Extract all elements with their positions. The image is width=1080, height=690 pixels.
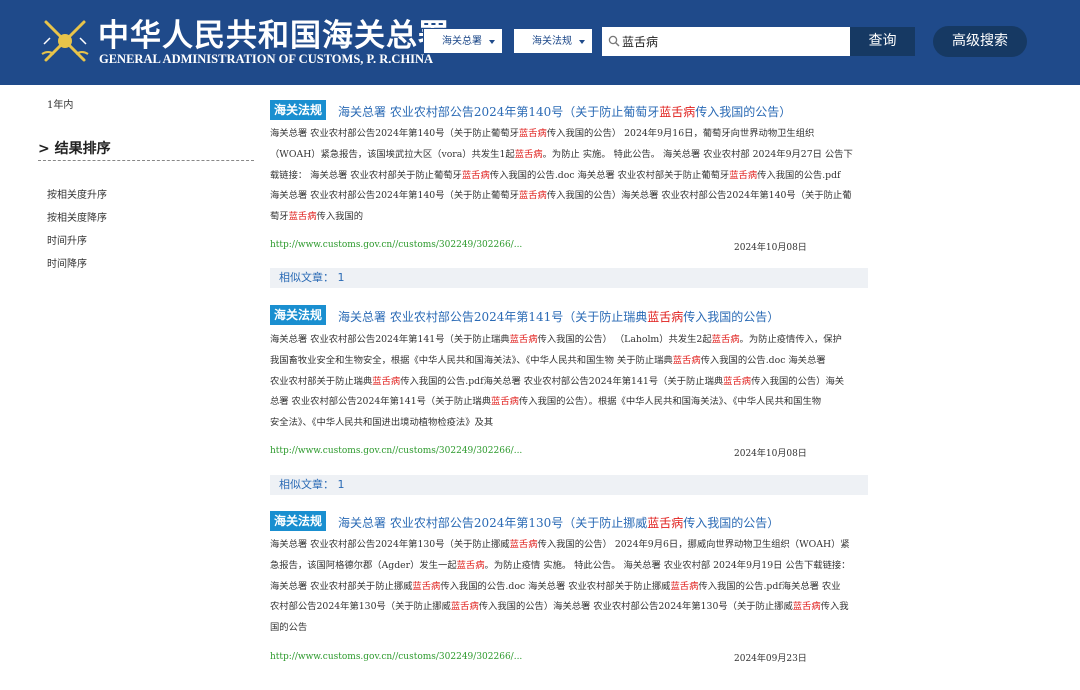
scope-select-value: 海关总署 xyxy=(442,36,482,47)
result-date: 2024年10月08日 xyxy=(734,243,807,253)
search-box xyxy=(602,27,850,56)
result-url[interactable]: http://www.customs.gov.cn//customs/30224… xyxy=(270,240,522,250)
search-input[interactable] xyxy=(622,27,844,56)
sort-heading: > 结果排序 xyxy=(38,138,254,161)
result-url[interactable]: http://www.customs.gov.cn//customs/30224… xyxy=(270,446,522,456)
category-tag: 海关法规 xyxy=(270,305,326,325)
site-header: 中华人民共和国海关总署 GENERAL ADMINISTRATION OF CU… xyxy=(0,0,1080,85)
advanced-search-button[interactable]: 高级搜索 xyxy=(933,26,1027,57)
chevron-down-icon xyxy=(489,40,495,44)
result-title-link[interactable]: 海关总署 农业农村部公告2024年第130号（关于防止挪威蓝舌病传入我国的公告） xyxy=(338,514,779,531)
result-date: 2024年10月08日 xyxy=(734,449,807,459)
category-tag: 海关法规 xyxy=(270,100,326,120)
similar-articles[interactable]: 相似文章： 1 xyxy=(270,475,868,495)
chevron-down-icon xyxy=(579,40,585,44)
customs-emblem-icon xyxy=(41,20,89,62)
result-title-link[interactable]: 海关总署 农业农村部公告2024年第140号（关于防止葡萄牙蓝舌病传入我国的公告… xyxy=(338,103,791,120)
sort-option-relevance-asc[interactable]: 按相关度升序 xyxy=(47,186,107,201)
search-icon xyxy=(608,35,620,47)
scope-select[interactable]: 海关总署 xyxy=(423,28,503,54)
query-button[interactable]: 查询 xyxy=(850,27,915,56)
result-title-link[interactable]: 海关总署 农业农村部公告2024年第141号（关于防止瑞典蓝舌病传入我国的公告） xyxy=(338,308,779,325)
category-tag: 海关法规 xyxy=(270,511,326,531)
result-url[interactable]: http://www.customs.gov.cn//customs/30224… xyxy=(270,652,522,662)
result-date: 2024年09月23日 xyxy=(734,654,807,664)
sort-option-relevance-desc[interactable]: 按相关度降序 xyxy=(47,209,107,224)
result-snippet: 海关总署 农业农村部公告2024年第130号（关于防止挪威蓝舌病传入我国的公告）… xyxy=(270,539,851,634)
similar-articles[interactable]: 相似文章： 1 xyxy=(270,268,868,288)
time-filter[interactable]: 1年内 xyxy=(47,96,73,111)
result-snippet: 海关总署 农业农村部公告2024年第140号（关于防止葡萄牙蓝舌病传入我国的公告… xyxy=(270,128,853,223)
site-title-cn: 中华人民共和国海关总署 xyxy=(98,18,450,54)
sort-option-time-desc[interactable]: 时间降序 xyxy=(47,255,87,270)
type-select-value: 海关法规 xyxy=(532,36,572,47)
result-snippet: 海关总署 农业农村部公告2024年第141号（关于防止瑞典蓝舌病传入我国的公告）… xyxy=(270,334,845,429)
type-select[interactable]: 海关法规 xyxy=(513,28,593,54)
sort-option-time-asc[interactable]: 时间升序 xyxy=(47,232,87,247)
site-title-en: GENERAL ADMINISTRATION OF CUSTOMS, P. R.… xyxy=(99,52,434,66)
